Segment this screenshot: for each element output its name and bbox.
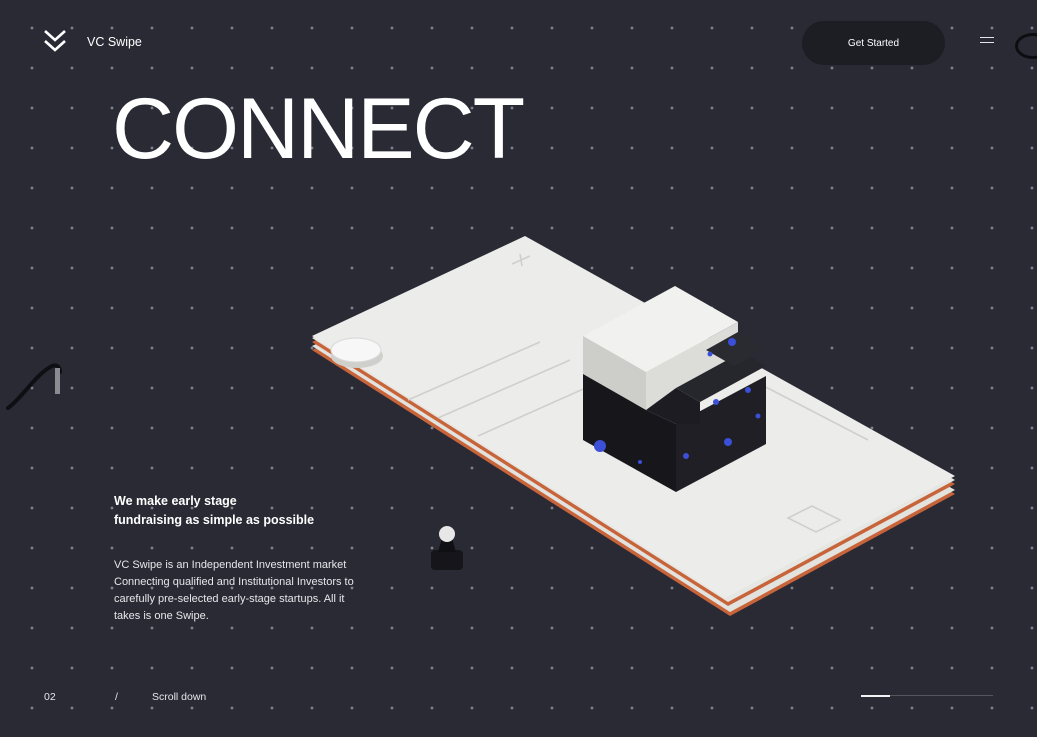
wire-post xyxy=(55,368,60,394)
wire-object xyxy=(6,363,62,410)
speckle xyxy=(594,440,606,452)
site-header: VC Swipe Get Started xyxy=(0,0,1037,86)
speckle xyxy=(713,399,719,405)
speckle xyxy=(745,387,751,393)
speckle xyxy=(755,413,761,419)
pawn-head xyxy=(439,526,455,542)
hero-headline: CONNECT xyxy=(112,81,525,177)
pawn-base xyxy=(431,550,463,570)
wire xyxy=(6,363,62,410)
scroll-progress-fill xyxy=(861,694,891,697)
speckle xyxy=(728,338,736,346)
speckle xyxy=(707,351,713,357)
speckle xyxy=(724,438,732,446)
glass-puck xyxy=(330,337,382,363)
speckle xyxy=(638,460,642,464)
double-chevron-logo-icon[interactable] xyxy=(42,28,68,54)
menu-line xyxy=(980,41,994,43)
scroll-down-link[interactable]: Scroll down xyxy=(152,691,206,703)
hero-description: VC Swipe is an Independent Investment ma… xyxy=(114,559,354,622)
page-number: 02 xyxy=(44,691,56,703)
brand-name[interactable]: VC Swipe xyxy=(87,35,142,49)
scroll-progress-bar xyxy=(861,694,993,697)
ring-object xyxy=(1015,33,1037,59)
hero-subheadline: We make early stage fundraising as simpl… xyxy=(114,494,315,527)
hamburger-menu-icon[interactable] xyxy=(980,37,994,47)
speckle xyxy=(683,453,689,459)
menu-line xyxy=(980,37,994,39)
pawn-figure xyxy=(431,526,463,570)
get-started-button[interactable]: Get Started xyxy=(802,21,945,65)
page-footer: 02 / Scroll down xyxy=(0,680,1037,720)
page-separator: / xyxy=(115,691,118,703)
